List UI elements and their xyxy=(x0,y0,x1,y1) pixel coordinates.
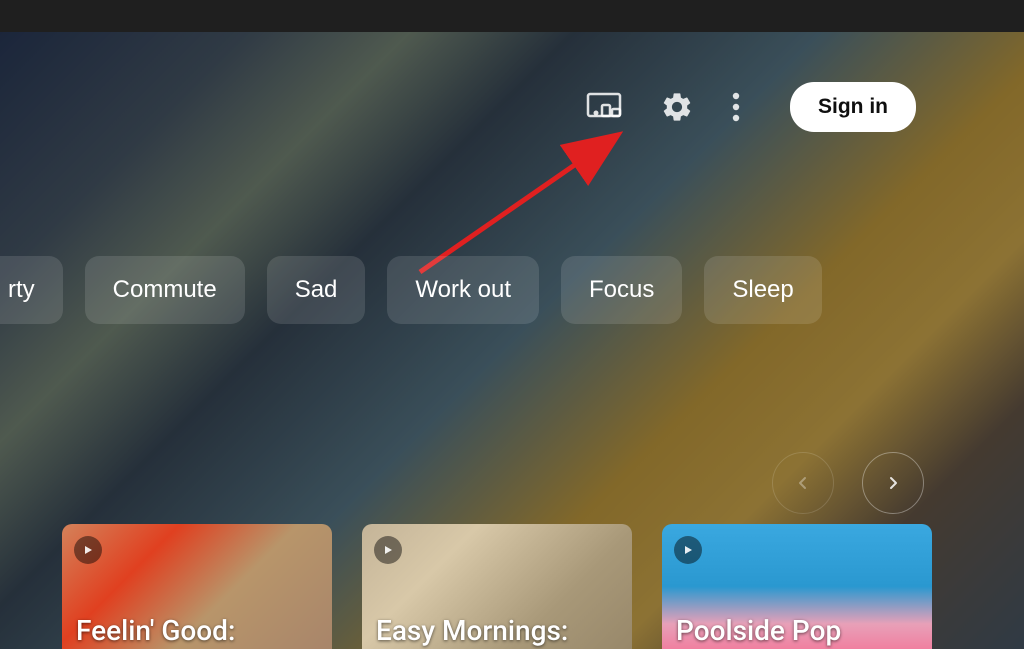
chip-sad[interactable]: Sad xyxy=(267,256,366,324)
playlist-cards-row: Feelin' Good: Easy Mornings: Poolside Po… xyxy=(62,524,932,649)
sign-in-button[interactable]: Sign in xyxy=(790,82,916,132)
main-content: Sign in rty Commute Sad Work out Focus S… xyxy=(0,32,1024,649)
playlist-card[interactable]: Poolside Pop xyxy=(662,524,932,649)
carousel-prev-button[interactable] xyxy=(772,452,834,514)
chip-work-out[interactable]: Work out xyxy=(387,256,539,324)
chip-commute[interactable]: Commute xyxy=(85,256,245,324)
more-vertical-icon[interactable] xyxy=(732,92,740,122)
play-badge-icon xyxy=(74,536,102,564)
app-top-bar xyxy=(0,0,1024,32)
carousel-next-button[interactable] xyxy=(862,452,924,514)
carousel-nav xyxy=(772,452,924,514)
play-badge-icon xyxy=(374,536,402,564)
chip-focus[interactable]: Focus xyxy=(561,256,682,324)
chip-party-partial[interactable]: rty xyxy=(0,256,63,324)
top-controls: Sign in xyxy=(586,82,916,132)
playlist-card[interactable]: Easy Mornings: xyxy=(362,524,632,649)
card-title: Easy Mornings: xyxy=(376,614,568,647)
gear-icon[interactable] xyxy=(660,90,694,124)
mood-chips-row: rty Commute Sad Work out Focus Sleep xyxy=(0,256,822,324)
card-title: Poolside Pop xyxy=(676,614,841,647)
chevron-left-icon xyxy=(795,475,811,491)
card-title: Feelin' Good: xyxy=(76,614,235,647)
chevron-right-icon xyxy=(885,475,901,491)
cast-icon[interactable] xyxy=(586,91,622,123)
playlist-card[interactable]: Feelin' Good: xyxy=(62,524,332,649)
chip-sleep[interactable]: Sleep xyxy=(704,256,821,324)
play-badge-icon xyxy=(674,536,702,564)
